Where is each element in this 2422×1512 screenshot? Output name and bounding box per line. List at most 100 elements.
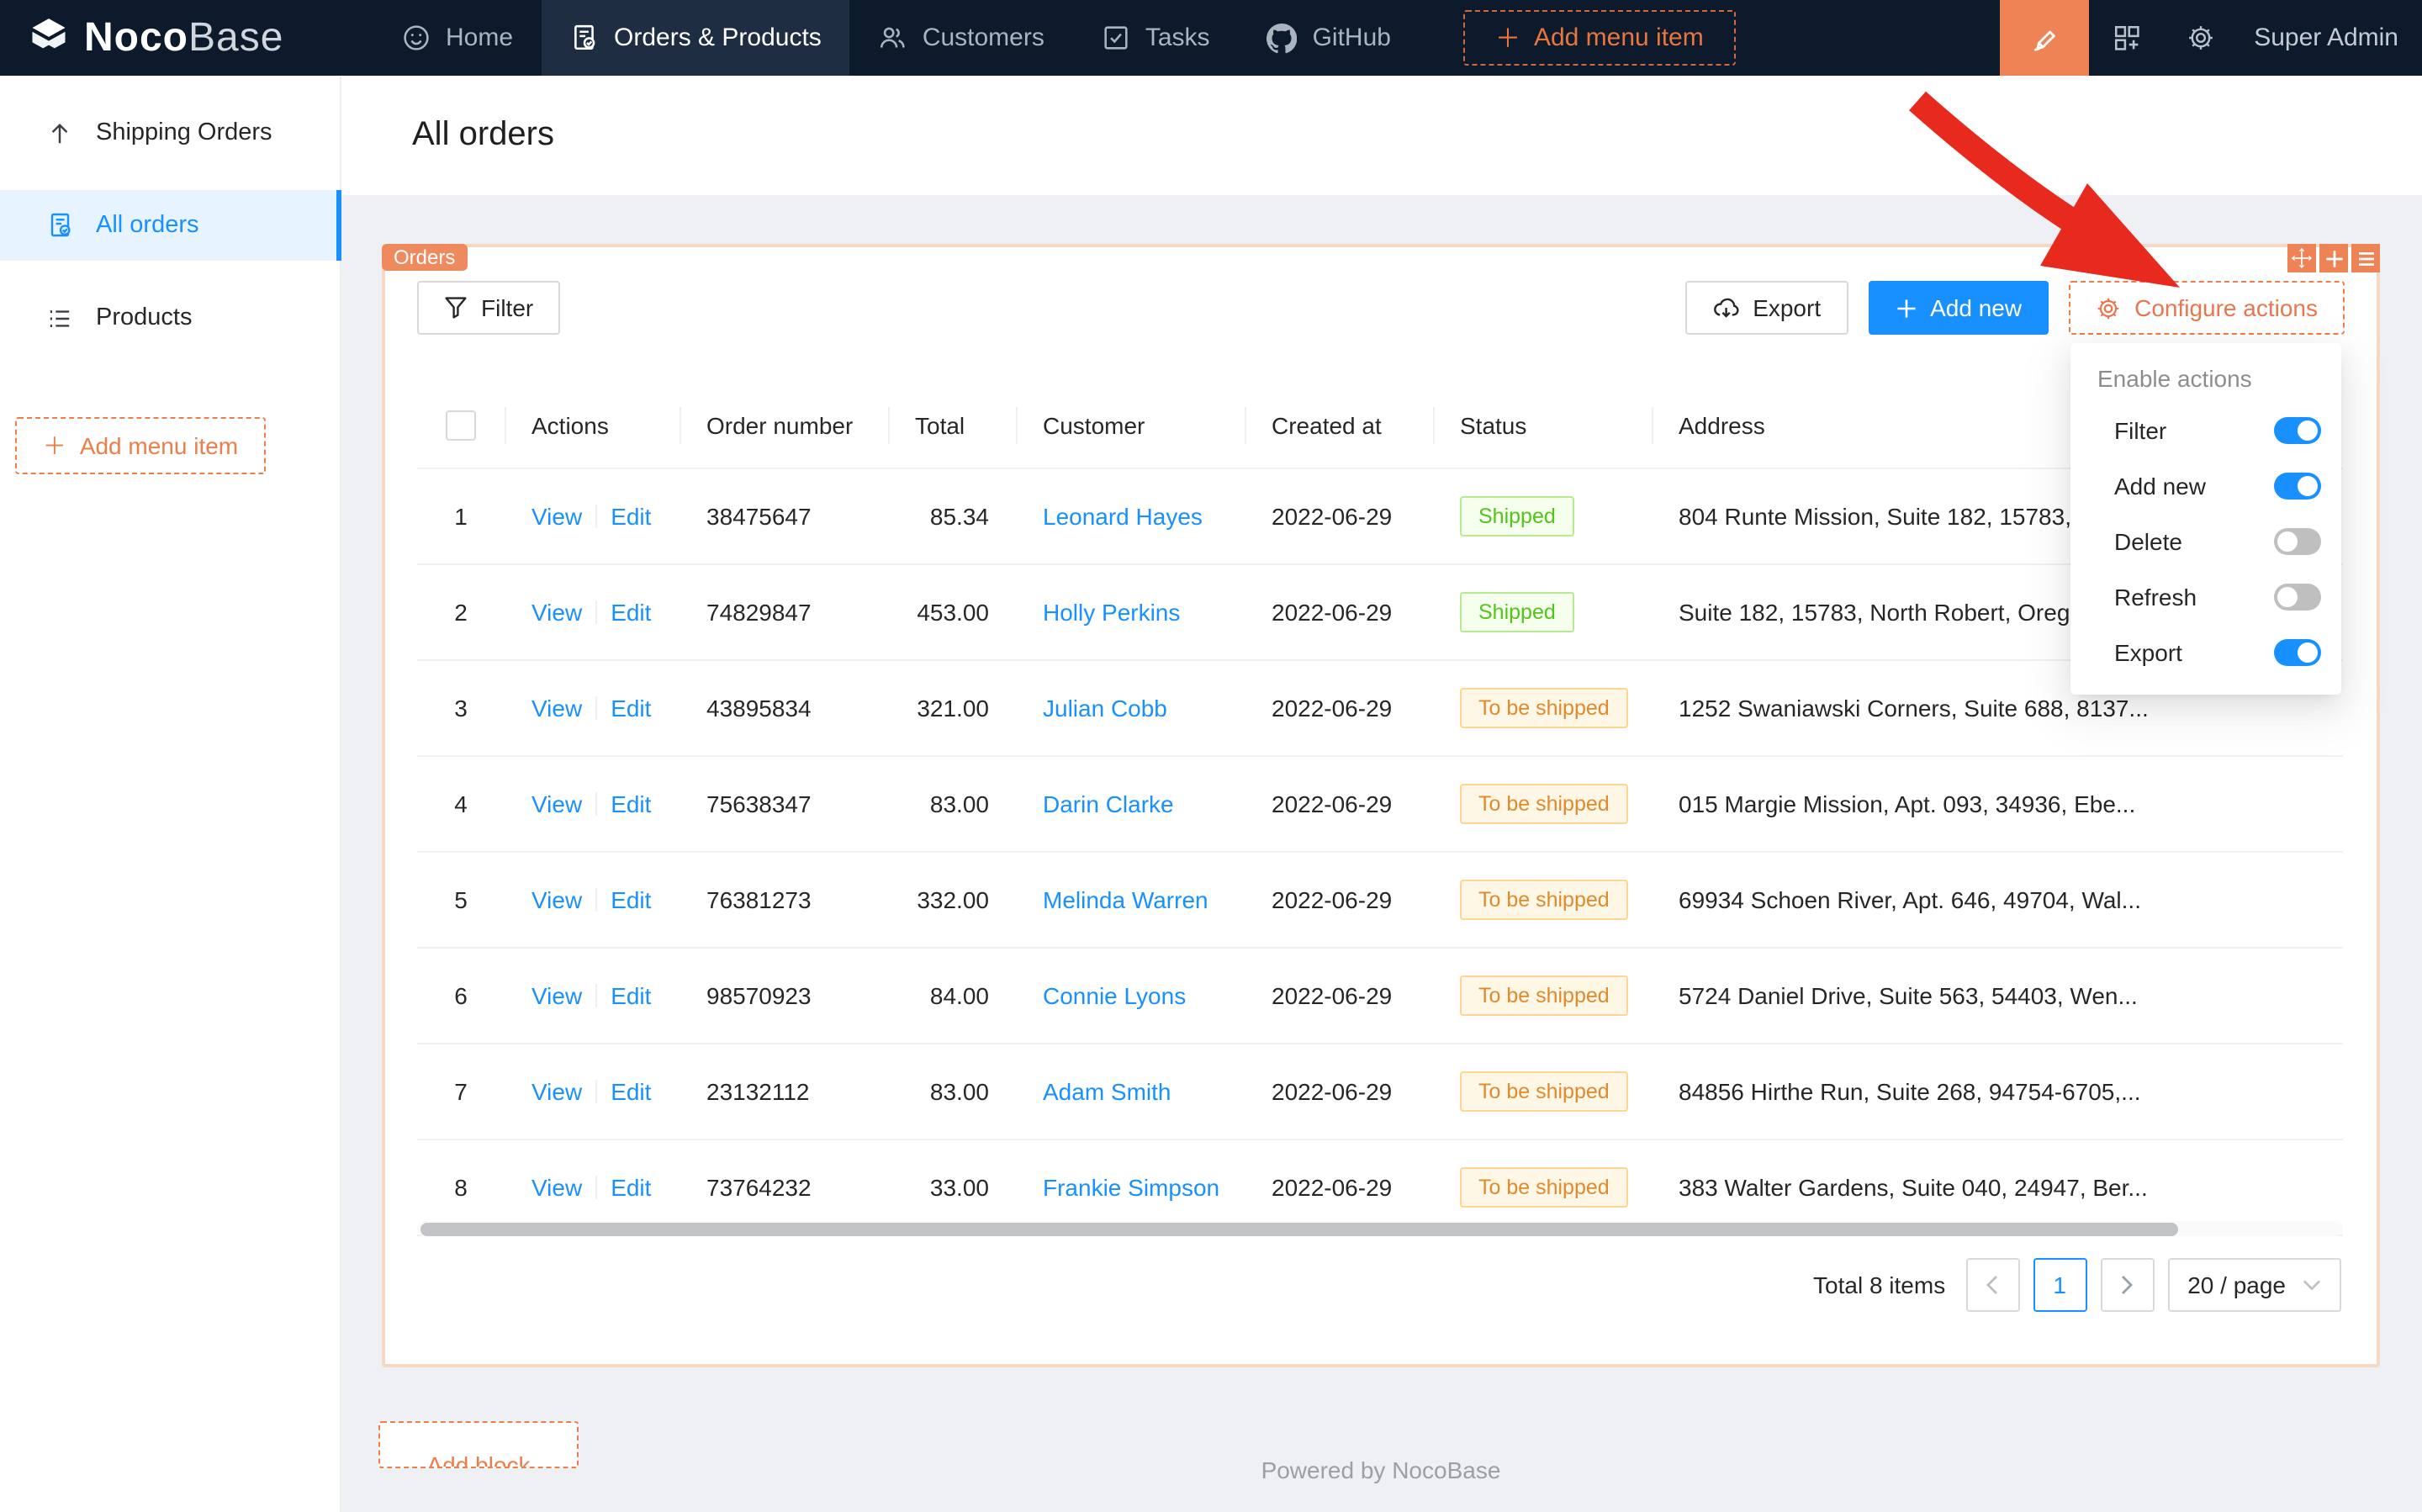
customer-cell: Connie Lyons [1016,982,1245,1009]
customer-link[interactable]: Melinda Warren [1043,886,1208,913]
view-link[interactable]: View [531,695,582,722]
next-page-button[interactable] [2100,1258,2154,1312]
edit-link[interactable]: Edit [611,1174,651,1201]
sidebar-item-all-orders[interactable]: All orders [0,190,340,261]
brand-logo[interactable]: NocoBase [0,0,340,76]
customer-link[interactable]: Leonard Hayes [1043,503,1203,530]
customer-link[interactable]: Frankie Simpson [1043,1174,1219,1201]
edit-link[interactable]: Edit [611,695,651,722]
divider [595,1176,597,1199]
view-link[interactable]: View [531,1078,582,1105]
row-index: 4 [417,790,505,817]
menu-item-filter[interactable]: Filter [2070,402,2341,457]
filter-button[interactable]: Filter [417,281,560,335]
view-link[interactable]: View [531,503,582,530]
menu-item-home[interactable]: Home [373,0,542,76]
total-cell: 83.00 [888,790,1016,817]
scrollbar-thumb[interactable] [420,1222,2178,1235]
menu-item-tasks[interactable]: Tasks [1073,0,1239,76]
column-header-actions: Actions [505,383,680,468]
view-link[interactable]: View [531,599,582,626]
export-toggle[interactable] [2274,638,2321,665]
table-header-row: Actions Order number Total Customer Crea… [417,383,2343,469]
plugins-button[interactable] [2089,0,2163,76]
customer-link[interactable]: Darin Clarke [1043,790,1174,817]
sidebar-add-menu-item-button[interactable]: ＋ Add menu item [15,417,266,474]
view-link[interactable]: View [531,886,582,913]
view-link[interactable]: View [531,1174,582,1201]
status-cell: Shipped [1433,592,1652,632]
customer-link[interactable]: Holly Perkins [1043,599,1180,626]
status-badge: To be shipped [1460,1167,1628,1208]
view-link[interactable]: View [531,982,582,1009]
menu-item-label: Customers [923,24,1044,52]
column-header-order-number: Order number [680,383,888,468]
pagination-total: Total 8 items [1813,1271,1945,1298]
edit-link[interactable]: Edit [611,503,651,530]
divider [595,696,597,720]
file-done-icon [45,212,74,239]
row-actions: View Edit [505,503,680,530]
menu-item-refresh[interactable]: Refresh [2070,568,2341,624]
prev-page-button[interactable] [1965,1258,2019,1312]
cloud-download-icon [1712,294,1739,321]
address-cell: 69934 Schoen River, Apt. 646, 49704, Wal… [1652,886,2343,913]
edit-link[interactable]: Edit [611,790,651,817]
menu-item-customers[interactable]: Customers [850,0,1073,76]
status-cell: To be shipped [1433,1167,1652,1208]
column-header-created-at: Created at [1245,383,1433,468]
menu-item-delete[interactable]: Delete [2070,513,2341,568]
customer-cell: Melinda Warren [1016,886,1245,913]
total-cell: 83.00 [888,1078,1016,1105]
menu-item-orders-products[interactable]: Orders & Products [542,0,850,76]
status-badge: To be shipped [1460,688,1628,728]
add-new-toggle[interactable] [2274,472,2321,499]
edit-link[interactable]: Edit [611,599,651,626]
page-size-select[interactable]: 20 / page [2167,1258,2341,1312]
edit-link[interactable]: Edit [611,886,651,913]
sidebar: Shipping Orders All orders Products [0,76,341,1512]
delete-toggle[interactable] [2274,527,2321,554]
page-number-button[interactable]: 1 [2033,1258,2086,1312]
highlighter-icon [2028,21,2061,55]
total-cell: 84.00 [888,982,1016,1009]
filter-toggle[interactable] [2274,416,2321,443]
menu-icon[interactable] [2351,244,2380,272]
plus-icon[interactable] [2319,244,2348,272]
dropdown-group-title: Enable actions [2070,352,2341,402]
order-number-cell: 73764232 [680,1174,888,1201]
smiley-icon [402,24,431,52]
settings-button[interactable] [2163,0,2237,76]
menu-item-add-new[interactable]: Add new [2070,457,2341,513]
configure-actions-button[interactable]: Configure actions [2069,281,2345,335]
status-cell: Shipped [1433,496,1652,537]
export-button[interactable]: Export [1685,281,1848,335]
divider [595,984,597,1007]
user-menu[interactable]: Super Admin [2237,24,2422,52]
edit-link[interactable]: Edit [611,982,651,1009]
view-link[interactable]: View [531,790,582,817]
menu-item-github[interactable]: GitHub [1239,0,1420,76]
sidebar-item-products[interactable]: Products [0,283,340,353]
row-index: 2 [417,599,505,626]
customer-link[interactable]: Adam Smith [1043,1078,1171,1105]
top-navbar: NocoBase Home [0,0,2422,76]
navbar-add-menu-item-button[interactable]: ＋ Add menu item [1463,10,1736,66]
select-all-checkbox[interactable] [446,410,476,441]
list-icon [45,305,74,330]
add-new-button[interactable]: Add new [1868,281,2049,335]
customer-link[interactable]: Julian Cobb [1043,695,1167,722]
edit-link[interactable]: Edit [611,1078,651,1105]
plus-icon [1895,297,1917,319]
status-badge: Shipped [1460,592,1574,632]
created-at-cell: 2022-06-29 [1245,695,1433,722]
drag-icon[interactable] [2287,244,2316,272]
customer-link[interactable]: Connie Lyons [1043,982,1186,1009]
github-icon [1267,23,1298,53]
menu-item-export[interactable]: Export [2070,624,2341,679]
created-at-cell: 2022-06-29 [1245,1174,1433,1201]
refresh-toggle[interactable] [2274,583,2321,610]
ui-editor-button[interactable] [2000,0,2089,76]
sidebar-item-shipping-orders[interactable]: Shipping Orders [0,98,340,168]
customer-cell: Darin Clarke [1016,790,1245,817]
